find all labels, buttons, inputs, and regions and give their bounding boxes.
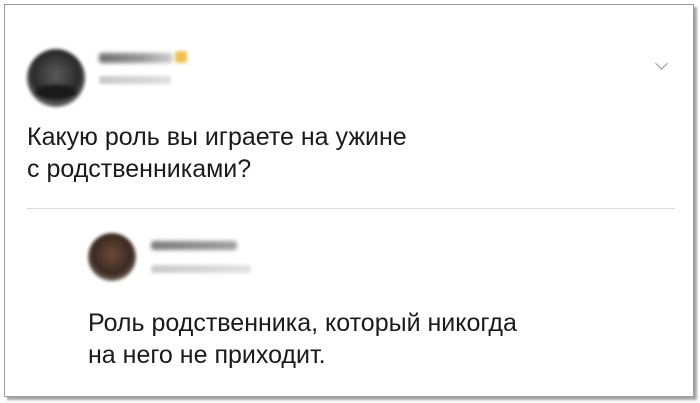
reply-author-handle-redacted	[151, 265, 251, 273]
divider	[27, 208, 675, 209]
author-avatar[interactable]	[27, 49, 85, 107]
author-name-redacted[interactable]	[99, 53, 173, 63]
chevron-down-icon[interactable]	[655, 57, 668, 70]
reply-author-name-redacted[interactable]	[151, 241, 237, 250]
reply-text-line-2: на него не приходит.	[88, 341, 326, 369]
original-post: Какую роль вы играете на ужине с родствен…	[5, 5, 693, 205]
reply-text: Роль родственника, который никогда на нег…	[88, 307, 678, 371]
post-text-line-2: с родственниками?	[27, 155, 252, 183]
verified-badge-icon	[175, 51, 187, 63]
reply-author-avatar[interactable]	[88, 233, 136, 281]
reply-post: Роль родственника, который никогда на нег…	[5, 211, 693, 396]
author-handle-redacted	[99, 76, 171, 84]
post-text-line-1: Какую роль вы играете на ужине	[27, 123, 407, 151]
reply-text-line-1: Роль родственника, который никогда	[88, 309, 517, 337]
post-text: Какую роль вы играете на ужине с родствен…	[27, 121, 587, 185]
screenshot-frame: Какую роль вы играете на ужине с родствен…	[4, 4, 694, 397]
